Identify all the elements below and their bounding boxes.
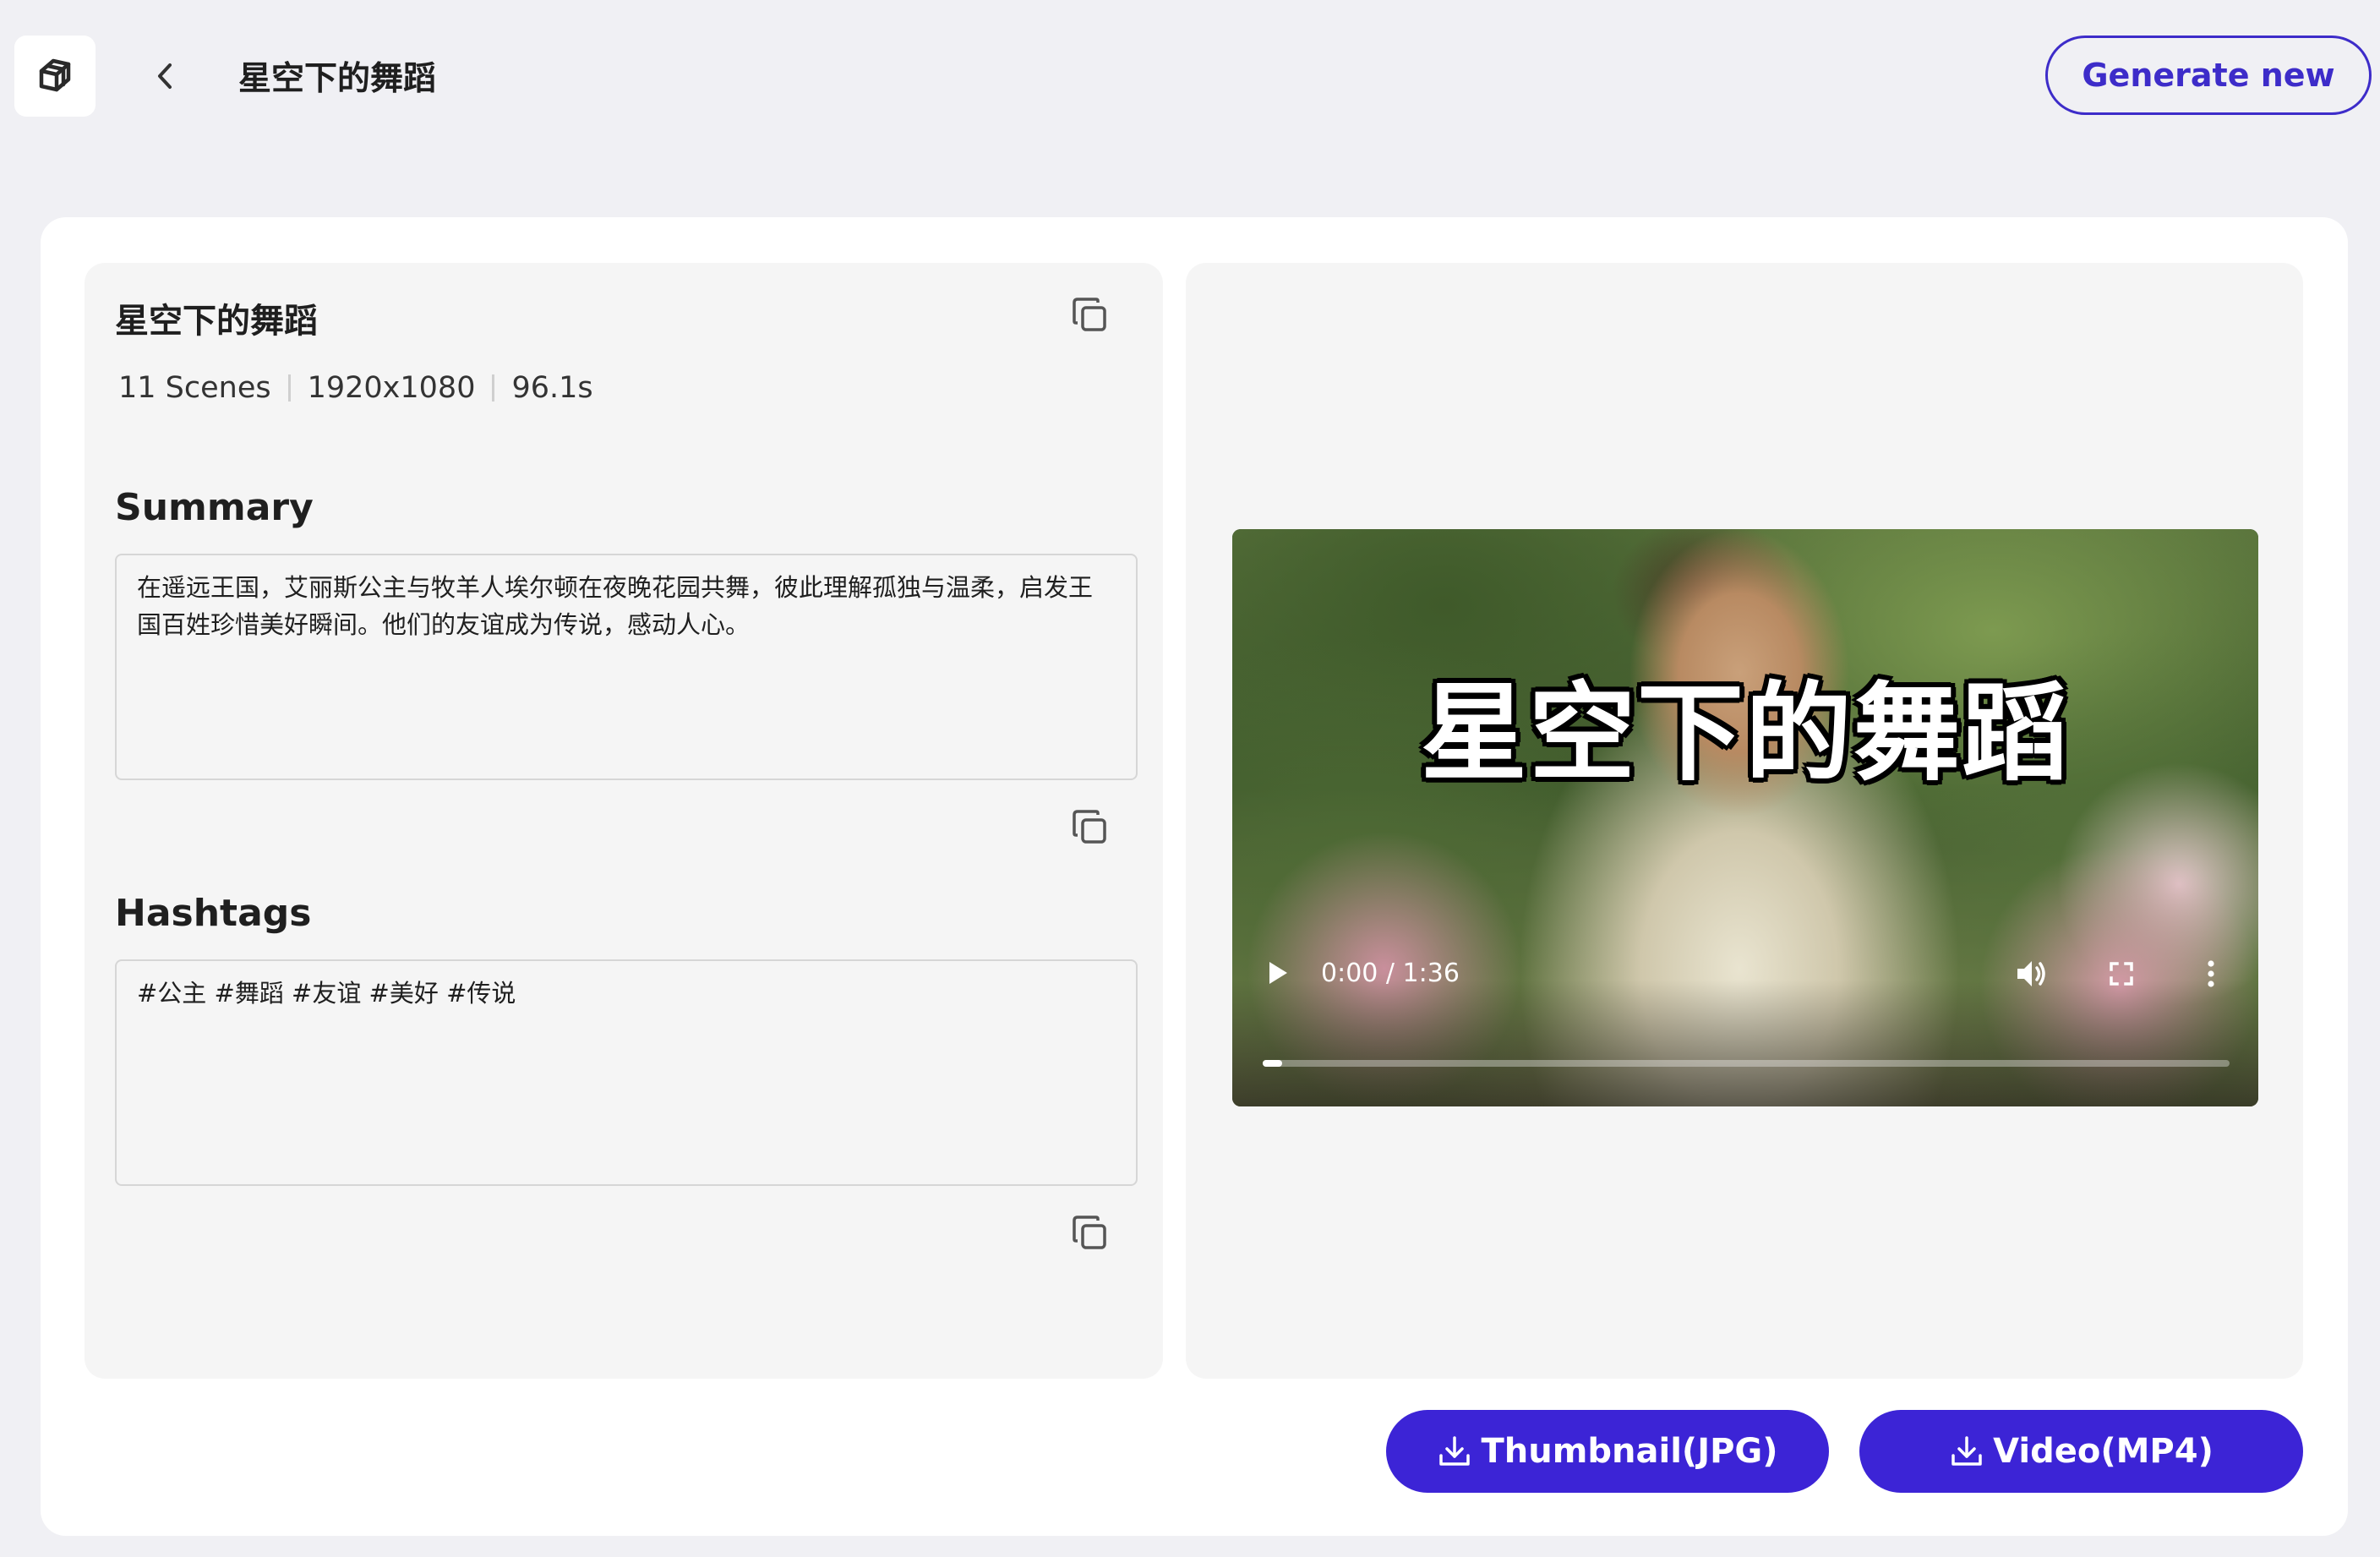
download-video-label: Video(MP4) <box>1993 1432 2214 1471</box>
controls-shade <box>1232 980 2258 1106</box>
story-meta: 11 Scenes 1920x1080 96.1s <box>118 371 593 405</box>
resolution: 1920x1080 <box>307 371 476 405</box>
fullscreen-button[interactable] <box>2103 955 2140 992</box>
download-thumbnail-label: Thumbnail(JPG) <box>1481 1432 1778 1471</box>
seek-bar[interactable] <box>1263 1060 2230 1067</box>
details-panel: 星空下的舞蹈 11 Scenes 1920x1080 96.1s Summary… <box>85 263 1163 1379</box>
hashtags-textbox[interactable]: #公主 #舞蹈 #友谊 #美好 #传说 <box>115 959 1138 1186</box>
generate-new-button[interactable]: Generate new <box>2045 36 2372 115</box>
play-icon <box>1269 962 1287 984</box>
download-thumbnail-button[interactable]: Thumbnail(JPG) <box>1386 1410 1829 1493</box>
copy-summary-button[interactable] <box>1067 804 1114 851</box>
more-vertical-icon <box>2208 960 2214 987</box>
video-overlay-title: 星空下的舞蹈 <box>1421 671 2070 795</box>
copy-icon <box>1073 1216 1106 1249</box>
story-title: 星空下的舞蹈 <box>115 302 318 341</box>
chevron-left-icon <box>158 63 172 89</box>
copy-title-button[interactable] <box>1067 292 1114 339</box>
scene-count: 11 Scenes <box>118 371 271 405</box>
meta-divider <box>287 374 291 402</box>
cube-logo-icon <box>39 58 71 92</box>
copy-icon <box>1073 298 1106 331</box>
download-video-button[interactable]: Video(MP4) <box>1859 1410 2303 1493</box>
duration: 96.1s <box>511 371 593 405</box>
more-options-button[interactable] <box>2192 953 2230 994</box>
summary-textbox[interactable]: 在遥远王国，艾丽斯公主与牧羊人埃尔顿在夜晚花园共舞，彼此理解孤独与温柔，启发王国… <box>115 554 1138 780</box>
fullscreen-icon <box>2110 962 2133 986</box>
page-title: 星空下的舞蹈 <box>238 60 437 98</box>
main-card: 星空下的舞蹈 11 Scenes 1920x1080 96.1s Summary… <box>41 217 2348 1536</box>
volume-icon <box>2017 961 2045 986</box>
back-button[interactable] <box>142 52 189 100</box>
seek-progress <box>1263 1060 1282 1067</box>
download-icon <box>1951 1436 1982 1466</box>
download-icon <box>1439 1436 1471 1466</box>
copy-hashtags-button[interactable] <box>1067 1210 1114 1257</box>
volume-button[interactable] <box>2012 953 2052 994</box>
video-player[interactable]: 星空下的舞蹈 0:00 / 1:36 <box>1232 529 2258 1106</box>
play-button[interactable] <box>1259 954 1296 992</box>
meta-divider <box>492 374 495 402</box>
copy-icon <box>1073 810 1106 844</box>
hashtags-heading: Hashtags <box>115 892 312 935</box>
app-logo[interactable] <box>14 36 96 117</box>
summary-heading: Summary <box>115 486 314 529</box>
time-display: 0:00 / 1:36 <box>1321 958 1460 988</box>
preview-panel: 星空下的舞蹈 0:00 / 1:36 <box>1186 263 2303 1379</box>
